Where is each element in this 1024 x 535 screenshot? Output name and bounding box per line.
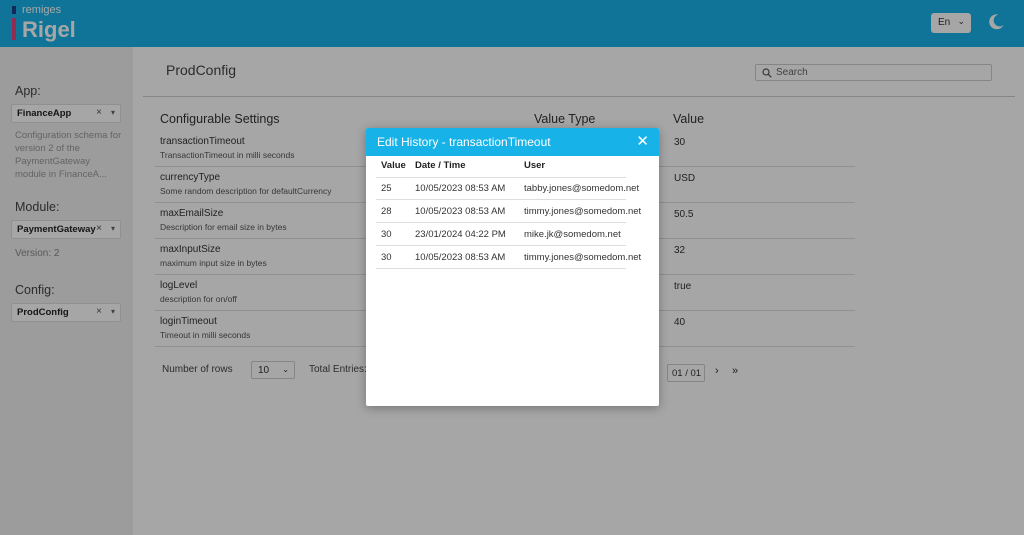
history-value: 30 [381, 252, 392, 263]
history-col-value: Value [381, 160, 406, 171]
history-row: 28 10/05/2023 08:53 AM timmy.jones@somed… [376, 200, 641, 223]
close-icon[interactable]: ✕ [636, 132, 649, 150]
history-value: 30 [381, 229, 392, 240]
edit-history-dialog: Edit History - transactionTimeout ✕ Valu… [366, 128, 659, 406]
history-col-datetime: Date / Time [415, 160, 466, 171]
history-user: tabby.jones@somedom.net [524, 183, 640, 194]
history-value: 28 [381, 206, 392, 217]
history-datetime: 23/01/2024 04:22 PM [415, 229, 506, 240]
history-datetime: 10/05/2023 08:53 AM [415, 252, 506, 263]
history-user: timmy.jones@somedom.net [524, 252, 642, 263]
dialog-title: Edit History - transactionTimeout [377, 135, 551, 149]
history-user: timmy.jones@somedom.net [524, 206, 642, 217]
history-datetime: 10/05/2023 08:53 AM [415, 206, 506, 217]
history-row: 30 10/05/2023 08:53 AM timmy.jones@somed… [376, 246, 641, 269]
history-value: 25 [381, 183, 392, 194]
history-user: mike.jk@somedom.net [524, 229, 621, 240]
history-col-user: User [524, 160, 546, 171]
history-datetime: 10/05/2023 08:53 AM [415, 183, 506, 194]
history-row: 25 10/05/2023 08:53 AM tabby.jones@somed… [376, 177, 639, 200]
dialog-header: Edit History - transactionTimeout ✕ [366, 128, 659, 156]
history-row: 30 23/01/2024 04:22 PM mike.jk@somedom.n… [376, 223, 626, 246]
